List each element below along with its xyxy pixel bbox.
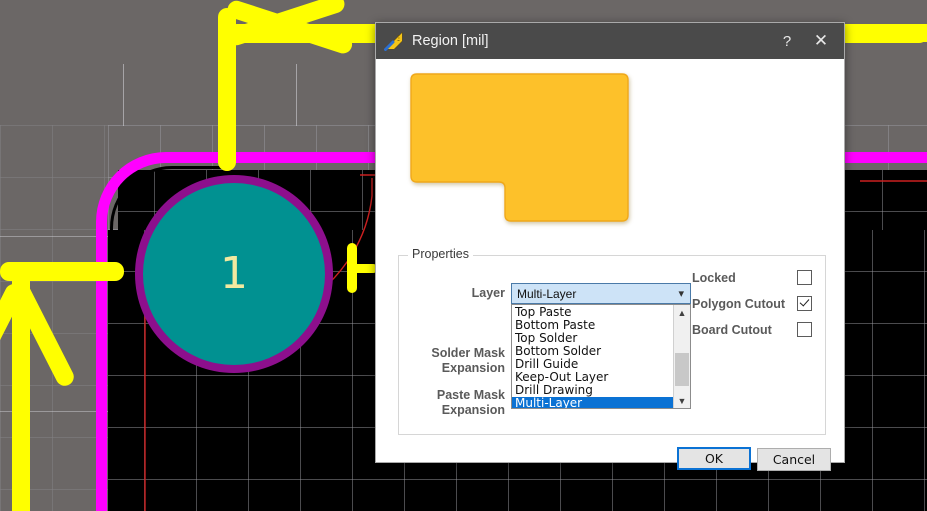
region-shape-preview: [410, 73, 629, 222]
layer-dropdown-scrollbar[interactable]: ▲ ▼: [673, 305, 690, 408]
properties-groupbox: Properties Layer Multi-Layer ▾ Top Paste…: [398, 247, 826, 435]
paste-mask-expansion-label-line1: Paste Mask: [436, 388, 505, 402]
polygon-cutout-label: Polygon Cutout: [692, 296, 786, 311]
scroll-down-icon[interactable]: ▼: [674, 393, 690, 408]
layer-dropdown-list[interactable]: Top Paste Bottom Paste Top Solder Bottom…: [511, 304, 691, 409]
solder-mask-expansion-label-line1: Solder Mask: [431, 346, 505, 360]
dialog-body: Properties Layer Multi-Layer ▾ Top Paste…: [376, 59, 844, 471]
board-cutout-checkbox[interactable]: [797, 322, 812, 337]
layer-dropdown-items: Top Paste Bottom Paste Top Solder Bottom…: [512, 305, 673, 408]
properties-group-title: Properties: [408, 247, 473, 261]
chevron-down-icon: ▾: [678, 288, 684, 300]
scroll-up-icon[interactable]: ▲: [674, 305, 690, 320]
polygon-cutout-checkbox[interactable]: [797, 296, 812, 311]
scrollbar-thumb[interactable]: [675, 353, 689, 386]
help-button[interactable]: ?: [770, 26, 804, 56]
annotation-arrow-left-tail: [0, 262, 124, 281]
dialog-titlebar[interactable]: Region [mil] ? ✕: [376, 23, 844, 59]
layer-combobox-value: Multi-Layer: [517, 286, 577, 301]
solder-mask-expansion-label: Solder Mask Expansion: [405, 346, 505, 376]
solder-mask-expansion-label-line2: Expansion: [441, 361, 505, 375]
dialog-title: Region [mil]: [412, 33, 489, 49]
ok-button[interactable]: OK: [677, 447, 751, 470]
cancel-button[interactable]: Cancel: [757, 448, 831, 471]
layer-label: Layer: [471, 286, 505, 300]
annotation-strip-right: [848, 24, 927, 42]
paste-mask-expansion-label: Paste Mask Expansion: [405, 388, 505, 418]
paste-mask-expansion-label-line2: Expansion: [441, 403, 505, 417]
locked-label: Locked: [692, 270, 736, 285]
annotation-tick-horizontal: [350, 264, 378, 273]
pad-number-label: 1: [220, 248, 248, 299]
board-cutout-label: Board Cutout: [692, 322, 772, 337]
region-dialog[interactable]: Region [mil] ? ✕ Properties Layer Multi-…: [375, 22, 845, 471]
polygon-cutout-checkbox-row[interactable]: Polygon Cutout: [692, 296, 812, 311]
layer-combobox[interactable]: Multi-Layer ▾: [511, 283, 691, 304]
close-button[interactable]: ✕: [804, 26, 838, 56]
shape-preview: [376, 59, 844, 249]
pcb-pad-copper: 1: [143, 183, 325, 365]
locked-checkbox-row[interactable]: Locked: [692, 270, 812, 285]
layer-option-selected[interactable]: Multi-Layer: [512, 397, 673, 408]
screen: 1 Region [mil] ? ✕ Properties Layer Mult…: [0, 0, 927, 511]
ruler-icon: [384, 32, 403, 51]
locked-checkbox[interactable]: [797, 270, 812, 285]
board-cutout-checkbox-row[interactable]: Board Cutout: [692, 322, 812, 337]
